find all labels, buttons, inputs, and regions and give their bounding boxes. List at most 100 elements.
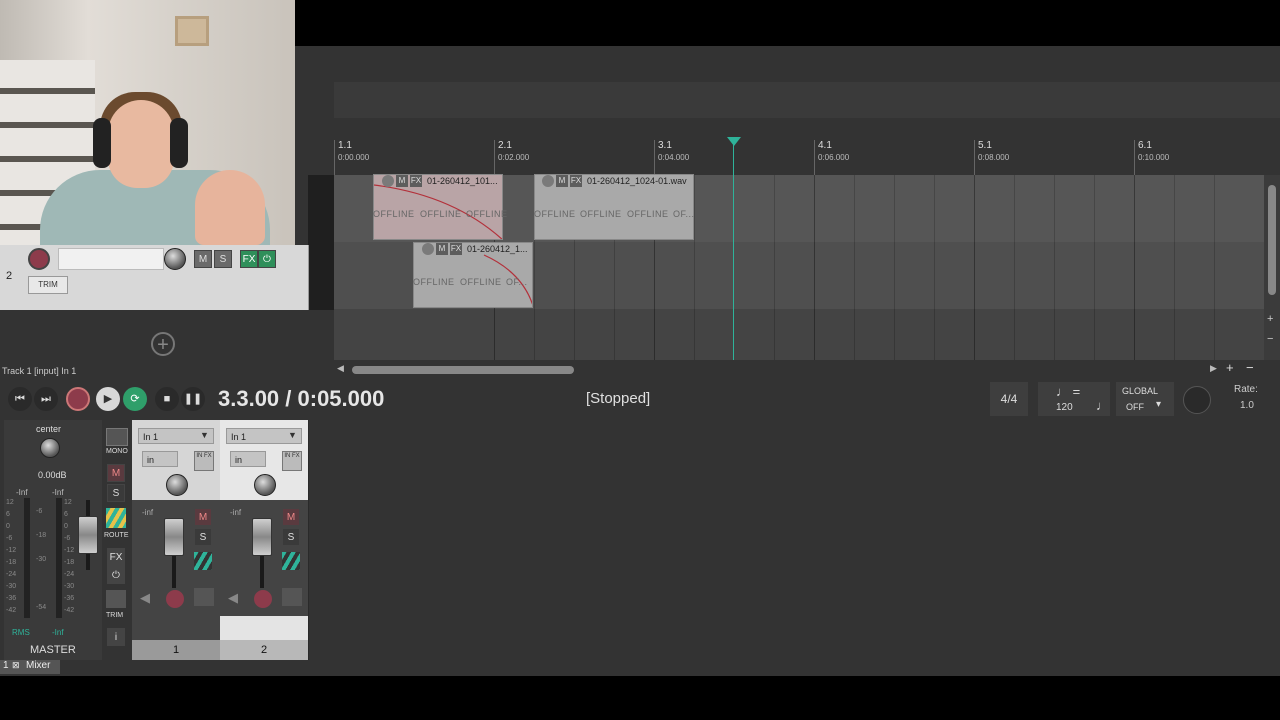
ruler-bar-label: 6.1 <box>1138 140 1152 151</box>
meter-scale-label: -18 <box>6 559 17 566</box>
item-mute-button[interactable]: M <box>556 175 568 187</box>
env-icon[interactable] <box>282 588 302 606</box>
scroll-left-icon[interactable]: ◀ <box>337 363 344 374</box>
item-lock-icon[interactable] <box>382 175 394 187</box>
master-mute-button[interactable]: M <box>107 464 125 482</box>
pan-knob[interactable] <box>254 474 276 496</box>
speaker-icon[interactable]: ◀ <box>140 590 150 606</box>
input-fx-button[interactable]: IN FX <box>282 451 302 471</box>
tempo-box[interactable]: ♩ = 120 ♩ <box>1038 382 1110 416</box>
rate-knob[interactable] <box>1183 386 1211 414</box>
scroll-right-icon[interactable]: ▶ <box>1210 363 1217 374</box>
offline-label: OFFLINE <box>580 209 622 219</box>
timeline-ruler[interactable] <box>334 137 1264 175</box>
master-mono-icon[interactable] <box>106 428 128 446</box>
solo-button[interactable]: S <box>194 528 212 546</box>
zoom-in-icon[interactable]: + <box>1267 313 1273 325</box>
stop-button[interactable]: ■ <box>155 387 179 411</box>
close-icon[interactable]: ⊠ <box>12 660 20 671</box>
hzoom-out-icon[interactable]: − <box>1246 360 1254 375</box>
master-fx-bypass-icon[interactable]: ⏻ <box>107 566 125 584</box>
track-name-field[interactable] <box>58 248 164 270</box>
master-pan-knob[interactable] <box>40 438 60 458</box>
repeat-button[interactable]: ⟳ <box>123 387 147 411</box>
item-fx-button[interactable]: FX <box>410 175 422 187</box>
solo-button[interactable]: S <box>214 250 232 268</box>
zoom-out-icon[interactable]: − <box>1267 333 1273 345</box>
input-fx-button[interactable]: IN FX <box>194 451 214 471</box>
hzoom-in-icon[interactable]: + <box>1226 360 1234 375</box>
route-icon[interactable] <box>194 552 212 570</box>
meter-right <box>56 498 62 618</box>
item-fx-button[interactable]: FX <box>450 243 462 255</box>
mute-button[interactable]: M <box>194 250 212 268</box>
info-icon[interactable]: i <box>107 628 125 646</box>
trim-label: TRIM <box>38 280 58 289</box>
go-to-end-button[interactable]: ⏭ <box>34 387 58 411</box>
empty-lane[interactable] <box>334 309 1264 360</box>
mute-button[interactable]: M <box>282 508 300 526</box>
master-volume[interactable]: 0.00dB <box>38 470 67 480</box>
master-peak-left: -Inf <box>16 488 28 497</box>
offline-label: OFFLINE <box>627 209 669 219</box>
hscroll-thumb[interactable] <box>352 366 574 374</box>
play-status: [Stopped] <box>586 390 651 407</box>
volume-fader[interactable] <box>164 518 184 556</box>
time-signature[interactable]: 4/4 <box>990 382 1028 416</box>
vscroll-thumb[interactable] <box>1268 185 1276 295</box>
pan-knob[interactable] <box>166 474 188 496</box>
ruler-time-label: 0:04.000 <box>658 153 690 162</box>
meter-scale-label: -6 <box>36 508 43 515</box>
trim-button[interactable]: TRIM <box>28 276 68 294</box>
note-icon: ♩ = <box>1056 384 1081 399</box>
speaker-icon[interactable]: ◀ <box>228 590 238 606</box>
route-icon[interactable] <box>106 508 126 528</box>
offline-label: OF... <box>673 209 695 219</box>
cursor-marker-icon[interactable] <box>727 137 741 146</box>
ruler-time-label: 0:02.000 <box>498 153 530 162</box>
rec-arm-button[interactable] <box>252 588 274 610</box>
track-info-status: Track 1 [input] In 1 <box>2 366 77 376</box>
global-automation[interactable]: GLOBAL OFF ▾ <box>1116 382 1174 416</box>
master-fader[interactable] <box>78 516 98 554</box>
master-trim-icon[interactable] <box>106 590 126 608</box>
meter-scale-label: 12 <box>6 499 14 506</box>
ruler-tick <box>654 140 655 175</box>
rec-arm-button[interactable] <box>164 588 186 610</box>
mixer-channel-1[interactable]: In 1 ▼ in IN FX -inf M S ◀ 1 <box>132 420 221 660</box>
mixer-channel-2[interactable]: In 1 ▼ in IN FX -inf M S ◀ 2 <box>220 420 309 660</box>
ruler-bar-label: 5.1 <box>978 140 992 151</box>
meter-left <box>24 498 30 618</box>
item-mute-button[interactable]: M <box>396 175 408 187</box>
rec-arm-button[interactable] <box>28 248 50 270</box>
meter-scale-label: -42 <box>6 607 17 614</box>
channel-number: 2 <box>220 640 308 660</box>
rate-value[interactable]: 1.0 <box>1240 400 1254 411</box>
env-icon[interactable] <box>194 588 214 606</box>
item-mute-button[interactable]: M <box>436 243 448 255</box>
play-button[interactable]: ▶ <box>96 387 120 411</box>
vertical-scrollbar[interactable]: + − <box>1264 175 1280 360</box>
time-display[interactable]: 3.3.00 / 0:05.000 <box>218 386 384 412</box>
headphone-right <box>170 118 188 168</box>
item-fx-button[interactable]: FX <box>570 175 582 187</box>
fx-button[interactable]: FX <box>240 250 258 268</box>
solo-button[interactable]: S <box>282 528 300 546</box>
volume-fader[interactable] <box>252 518 272 556</box>
volume-knob[interactable] <box>164 248 186 270</box>
item-lock-icon[interactable] <box>542 175 554 187</box>
master-fx-button[interactable]: FX <box>107 548 125 566</box>
pause-button[interactable]: ❚❚ <box>181 387 205 411</box>
record-button[interactable] <box>66 387 90 411</box>
item-lock-icon[interactable] <box>422 243 434 255</box>
mute-button[interactable]: M <box>194 508 212 526</box>
fx-bypass-icon[interactable]: ⏻ <box>258 250 276 268</box>
global-label: GLOBAL <box>1122 386 1159 396</box>
monitor-selector[interactable]: in <box>142 451 178 467</box>
master-solo-button[interactable]: S <box>107 484 125 502</box>
add-track-icon[interactable]: + <box>151 332 175 356</box>
go-to-start-button[interactable]: ⏮ <box>8 387 32 411</box>
mixer-tab[interactable]: 1 ⊠ Mixer <box>0 660 60 674</box>
monitor-selector[interactable]: in <box>230 451 266 467</box>
route-icon[interactable] <box>282 552 300 570</box>
